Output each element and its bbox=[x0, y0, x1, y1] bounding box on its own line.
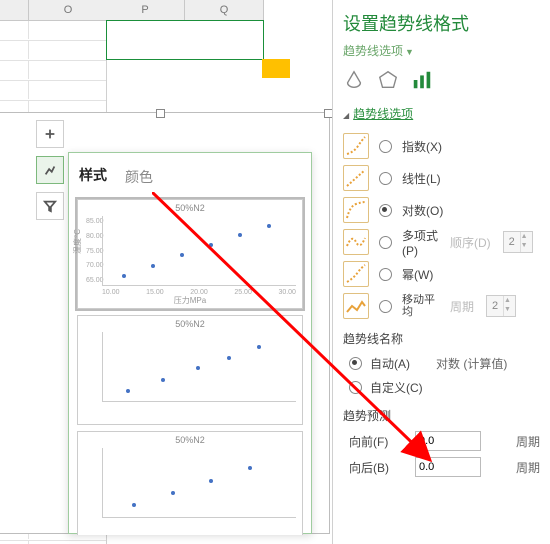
selection-outline bbox=[106, 20, 264, 60]
option-power[interactable]: 幂(W) bbox=[343, 258, 540, 290]
forward-input[interactable] bbox=[415, 431, 481, 451]
chart-style-button[interactable] bbox=[36, 156, 64, 184]
resize-handle[interactable] bbox=[156, 109, 165, 118]
pane-title: 设置趋势线格式 bbox=[343, 10, 540, 36]
trendline-options-icon[interactable] bbox=[411, 69, 433, 91]
fill-line-icon[interactable] bbox=[343, 69, 365, 91]
moving-period-spinner[interactable]: 2▲▼ bbox=[486, 295, 516, 317]
name-auto-row[interactable]: 自动(A) 对数 (计算值) bbox=[349, 351, 540, 375]
col-head-q[interactable]: Q bbox=[185, 0, 264, 20]
format-trendline-pane: 设置趋势线格式 趋势线选项▼ 趋势线选项 指数(X) 线性(L) 对数(O) 多… bbox=[332, 0, 550, 544]
option-exponential[interactable]: 指数(X) bbox=[343, 130, 540, 162]
style-thumb[interactable]: 50%N2 温度°C 85.0080.0075.0070.0065.00 10.… bbox=[77, 199, 303, 309]
style-thumb[interactable]: 50%N2 bbox=[77, 431, 303, 535]
forward-label: 向前(F) bbox=[349, 433, 405, 450]
tab-style[interactable]: 样式 bbox=[79, 165, 107, 191]
highlighted-cell[interactable] bbox=[262, 59, 290, 78]
style-thumb[interactable]: 50%N2 bbox=[77, 315, 303, 425]
poly-order-spinner[interactable]: 2▲▼ bbox=[503, 231, 533, 253]
backward-label: 向后(B) bbox=[349, 459, 405, 476]
section-trendline-name: 趋势线名称 bbox=[343, 330, 540, 347]
section-trendline-options[interactable]: 趋势线选项 bbox=[343, 105, 540, 122]
name-custom-row[interactable]: 自定义(C) bbox=[349, 375, 540, 399]
style-gallery: 样式 颜色 50%N2 温度°C 85.0080.0075.0070.0065.… bbox=[68, 152, 312, 534]
option-linear[interactable]: 线性(L) bbox=[343, 162, 540, 194]
option-polynomial[interactable]: 多项式(P) 顺序(D) 2▲▼ bbox=[343, 226, 540, 258]
tab-color[interactable]: 颜色 bbox=[125, 167, 153, 191]
col-head-p[interactable]: P bbox=[106, 0, 185, 20]
pane-subtitle[interactable]: 趋势线选项▼ bbox=[343, 42, 540, 59]
gallery-body[interactable]: 50%N2 温度°C 85.0080.0075.0070.0065.00 10.… bbox=[69, 191, 311, 535]
backward-input[interactable] bbox=[415, 457, 481, 477]
option-logarithmic[interactable]: 对数(O) bbox=[343, 194, 540, 226]
chart-filter-button[interactable] bbox=[36, 192, 64, 220]
chart-add-button[interactable] bbox=[36, 120, 64, 148]
option-moving-average[interactable]: 移动平均 周期 2▲▼ bbox=[343, 290, 540, 322]
effects-icon[interactable] bbox=[377, 69, 399, 91]
col-head-o[interactable]: O bbox=[29, 0, 108, 20]
section-forecast: 趋势预测 bbox=[343, 407, 540, 424]
col-head-blank[interactable] bbox=[0, 0, 29, 20]
